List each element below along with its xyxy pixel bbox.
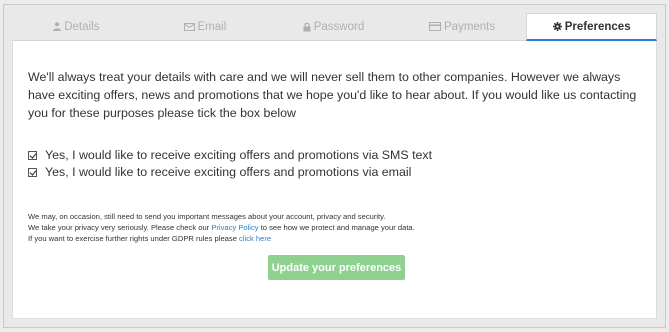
notice-privacy-before: We take your privacy very seriously. Ple…	[28, 223, 212, 232]
tab-bar: Details Email Password Payments Preferen…	[12, 13, 657, 41]
notice-gdpr: If you want to exercise further rights u…	[28, 233, 638, 244]
user-icon	[53, 22, 62, 31]
tab-email[interactable]: Email	[140, 13, 270, 41]
tab-password[interactable]: Password	[269, 13, 398, 41]
gear-icon	[552, 22, 562, 31]
update-preferences-button[interactable]: Update your preferences	[268, 255, 405, 280]
sms-consent-row[interactable]: Yes, I would like to receive exciting of…	[28, 148, 432, 162]
email-consent-row[interactable]: Yes, I would like to receive exciting of…	[28, 165, 411, 179]
tab-email-label: Email	[197, 20, 227, 33]
tab-preferences-label: Preferences	[564, 20, 631, 33]
envelope-icon	[183, 22, 195, 31]
privacy-policy-link[interactable]: Privacy Policy	[211, 223, 258, 232]
tab-password-label: Password	[313, 20, 365, 33]
sms-consent-label: Yes, I would like to receive exciting of…	[45, 148, 433, 162]
notice-gdpr-before: If you want to exercise further rights u…	[28, 234, 240, 243]
email-consent-checkbox[interactable]	[28, 167, 37, 177]
tab-payments-label: Payments	[444, 20, 496, 33]
tab-details[interactable]: Details	[12, 13, 141, 41]
credit-card-icon	[429, 22, 441, 31]
notice-privacy-after: to see how we protect and manage your da…	[258, 223, 415, 232]
tab-preferences[interactable]: Preferences	[526, 13, 657, 41]
notice-privacy: We take your privacy very seriously. Ple…	[28, 222, 638, 233]
intro-text: We'll always treat your details with car…	[28, 70, 637, 120]
sms-consent-checkbox[interactable]	[28, 150, 37, 160]
tab-payments[interactable]: Payments	[397, 13, 527, 41]
notice-messages: We may, on occasion, still need to send …	[28, 212, 386, 221]
email-consent-label: Yes, I would like to receive exciting of…	[45, 165, 412, 179]
lock-icon	[303, 22, 311, 31]
tab-details-label: Details	[64, 20, 100, 33]
gdpr-click-here-link[interactable]: click here	[239, 234, 271, 243]
preferences-panel: We'll always treat your details with car…	[12, 41, 657, 319]
